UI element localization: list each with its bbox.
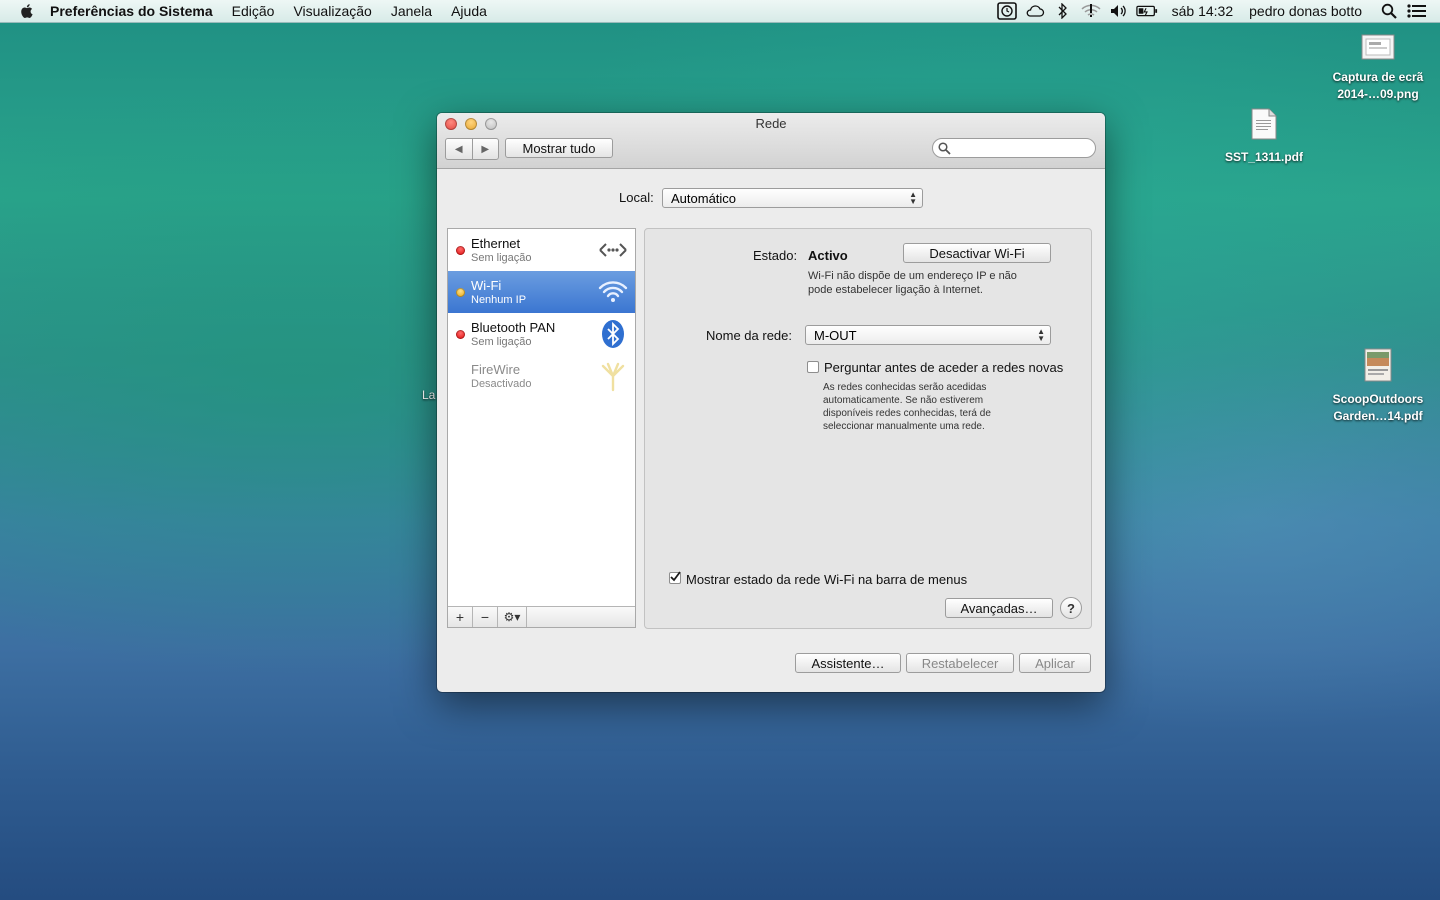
service-name: Bluetooth PAN bbox=[471, 320, 556, 335]
assistant-button[interactable]: Assistente… bbox=[795, 653, 901, 673]
menu-view[interactable]: Visualização bbox=[293, 3, 371, 19]
menu-bar: Preferências do Sistema Edição Visualiza… bbox=[0, 0, 1440, 23]
checkmark-icon bbox=[670, 571, 681, 582]
bluetooth-icon bbox=[602, 320, 624, 348]
network-name-label: Nome da rede: bbox=[706, 328, 792, 343]
volume-icon[interactable] bbox=[1108, 3, 1130, 19]
search-icon bbox=[938, 142, 951, 155]
location-label: Local: bbox=[619, 190, 654, 205]
ask-to-join-description: As redes conhecidas serão acedidas bbox=[823, 382, 987, 393]
time-machine-icon[interactable] bbox=[996, 2, 1018, 20]
ask-to-join-description: seleccionar manualmente uma rede. bbox=[823, 421, 985, 432]
icloud-icon[interactable] bbox=[1024, 3, 1046, 19]
menubar-user[interactable]: pedro donas botto bbox=[1249, 3, 1362, 19]
remove-service-button[interactable]: − bbox=[473, 607, 498, 627]
back-arrow-icon: ◀ bbox=[454, 143, 463, 155]
battery-icon[interactable] bbox=[1135, 3, 1158, 19]
wifi-detail-pane: Estado: Activo Desactivar Wi-Fi Wi-Fi nã… bbox=[644, 228, 1092, 629]
pdf-file-icon bbox=[1364, 348, 1392, 382]
show-wifi-status-label[interactable]: Mostrar estado da rede Wi-Fi na barra de… bbox=[686, 572, 967, 587]
desktop-icon-label: Captura de ecrã bbox=[1332, 70, 1424, 84]
ask-to-join-description: automaticamente. Se não estiverem bbox=[823, 395, 984, 406]
add-service-button[interactable]: + bbox=[448, 607, 473, 627]
status-dot-yellow bbox=[456, 288, 465, 297]
apple-menu-icon[interactable] bbox=[18, 2, 36, 20]
back-forward-control: ◀ ▶ bbox=[445, 138, 499, 160]
apply-button[interactable]: Aplicar bbox=[1019, 653, 1091, 673]
menu-help[interactable]: Ajuda bbox=[451, 3, 487, 19]
status-dot-red bbox=[456, 246, 465, 255]
ask-to-join-label[interactable]: Perguntar antes de aceder a redes novas bbox=[824, 360, 1063, 375]
desktop-icon-sst-pdf[interactable]: SST_1311.pdf bbox=[1214, 108, 1314, 166]
image-file-icon bbox=[1361, 34, 1395, 60]
revert-button[interactable]: Restabelecer bbox=[906, 653, 1014, 673]
advanced-button[interactable]: Avançadas… bbox=[945, 598, 1053, 618]
service-status: Sem ligação bbox=[471, 336, 532, 348]
wifi-icon bbox=[598, 281, 628, 302]
window-title: Rede bbox=[755, 116, 787, 131]
show-wifi-status-checkbox[interactable] bbox=[669, 571, 681, 584]
service-name: FireWire bbox=[471, 362, 521, 377]
show-all-button[interactable]: Mostrar tudo bbox=[505, 138, 613, 158]
desktop-icon-label: SST_1311.pdf bbox=[1224, 150, 1304, 164]
wifi-alert-icon[interactable] bbox=[1080, 3, 1102, 19]
desktop-icon-label: Garden…14.pdf bbox=[1333, 409, 1423, 423]
ask-to-join-description: disponíveis redes conhecidas, terá de bbox=[823, 408, 991, 419]
help-button[interactable]: ? bbox=[1060, 597, 1082, 619]
pdf-file-icon bbox=[1251, 108, 1277, 140]
popup-arrows-icon: ▲ ▼ bbox=[1037, 327, 1045, 343]
service-wifi[interactable]: Wi-Fi Nenhum IP bbox=[448, 271, 635, 313]
service-name: Wi-Fi bbox=[471, 278, 502, 293]
search-field[interactable] bbox=[932, 138, 1096, 158]
bluetooth-icon[interactable] bbox=[1052, 3, 1074, 19]
notification-center-icon[interactable] bbox=[1406, 3, 1428, 19]
ask-to-join-checkbox[interactable] bbox=[807, 361, 819, 373]
status-description-line: pode estabelecer ligação à Internet. bbox=[808, 284, 983, 296]
status-area: sáb 14:32 pedro donas botto bbox=[996, 0, 1440, 22]
service-name: Ethernet bbox=[471, 236, 521, 251]
desktop-icon-label: ScoopOutdoors bbox=[1332, 392, 1424, 406]
network-name-value: M-OUT bbox=[814, 327, 857, 343]
service-status: Desactivado bbox=[471, 378, 532, 390]
menu-window[interactable]: Janela bbox=[391, 3, 432, 19]
turn-wifi-off-button[interactable]: Desactivar Wi-Fi bbox=[903, 243, 1051, 263]
service-status: Sem ligação bbox=[471, 252, 532, 264]
desktop-icon-screenshot[interactable]: Captura de ecrã 2014-…09.png bbox=[1318, 34, 1438, 103]
service-firewire[interactable]: FireWire Desactivado bbox=[448, 355, 635, 397]
firewire-icon bbox=[601, 362, 625, 392]
network-service-list: Ethernet Sem ligação Wi-Fi Nenhum IP Blu… bbox=[447, 228, 636, 628]
service-bluetooth-pan[interactable]: Bluetooth PAN Sem ligação bbox=[448, 313, 635, 355]
back-button[interactable]: ◀ bbox=[446, 139, 472, 159]
location-value: Automático bbox=[671, 190, 737, 206]
service-ethernet[interactable]: Ethernet Sem ligação bbox=[448, 229, 635, 271]
app-menu[interactable]: Preferências do Sistema bbox=[50, 3, 213, 19]
status-label: Estado: bbox=[753, 248, 798, 263]
menubar-clock[interactable]: sáb 14:32 bbox=[1172, 3, 1234, 19]
service-status: Nenhum IP bbox=[471, 294, 527, 306]
service-actions-gear-button[interactable]: ⚙▾ bbox=[498, 607, 527, 627]
ethernet-icon bbox=[599, 243, 627, 257]
window-titlebar: Rede ◀ ▶ Mostrar tudo bbox=[437, 113, 1105, 169]
popup-arrows-icon: ▲ ▼ bbox=[909, 190, 917, 206]
spotlight-icon[interactable] bbox=[1378, 3, 1400, 19]
status-dot-red bbox=[456, 330, 465, 339]
desktop-partial-label: La bbox=[422, 388, 436, 402]
forward-arrow-icon: ▶ bbox=[481, 143, 490, 155]
status-description-line: Wi-Fi não dispõe de um endereço IP e não bbox=[808, 270, 1017, 282]
menu-edit[interactable]: Edição bbox=[232, 3, 275, 19]
desktop-icon-label: 2014-…09.png bbox=[1337, 87, 1419, 101]
status-value: Activo bbox=[808, 248, 848, 263]
desktop-icon-scoop-pdf[interactable]: ScoopOutdoors Garden…14.pdf bbox=[1318, 348, 1438, 425]
forward-button[interactable]: ▶ bbox=[471, 139, 499, 159]
service-list-toolbar: + − ⚙▾ bbox=[448, 606, 635, 627]
location-popup[interactable]: Automático ▲ ▼ bbox=[662, 188, 923, 208]
network-name-popup[interactable]: M-OUT ▲ ▼ bbox=[805, 325, 1051, 345]
network-preferences-window: Rede ◀ ▶ Mostrar tudo Local: Automático … bbox=[437, 113, 1105, 692]
